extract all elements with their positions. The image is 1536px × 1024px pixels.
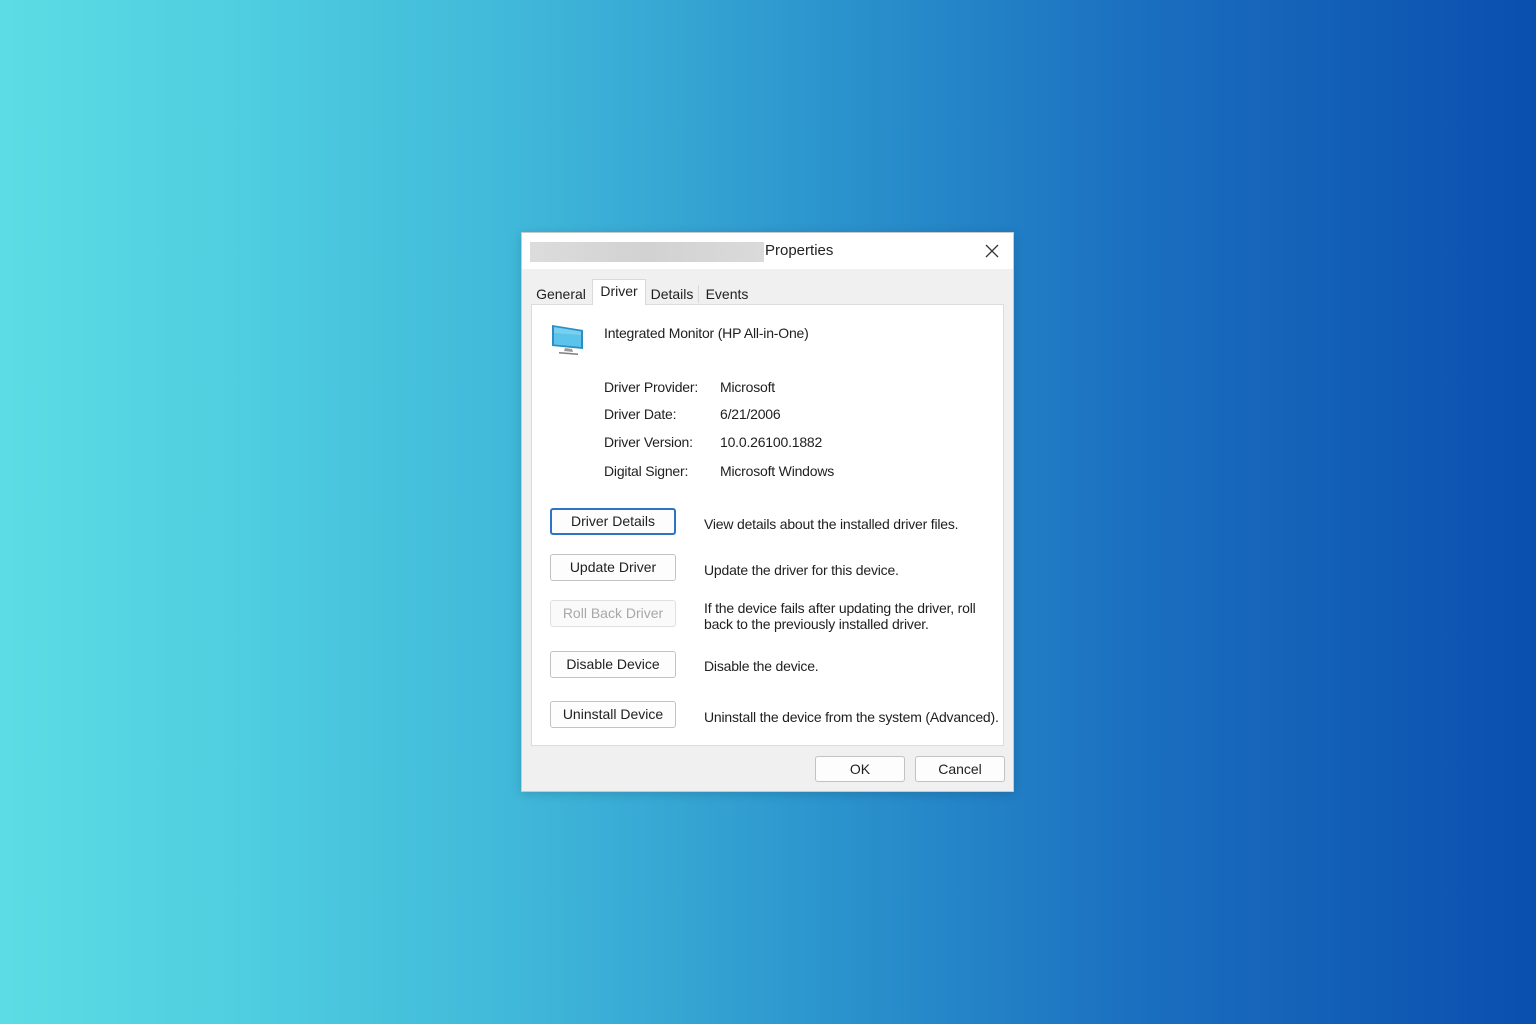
digital-signer-value: Microsoft Windows [720, 463, 835, 479]
driver-provider-label: Driver Provider: [604, 379, 699, 395]
cancel-button[interactable]: Cancel [915, 756, 1005, 782]
digital-signer-label: Digital Signer: [604, 463, 689, 479]
driver-panel: Integrated Monitor (HP All-in-One) Drive… [531, 304, 1004, 746]
update-driver-description: Update the driver for this device. [704, 562, 899, 578]
ok-button[interactable]: OK [815, 756, 905, 782]
device-name: Integrated Monitor (HP All-in-One) [604, 325, 809, 341]
driver-version-value: 10.0.26100.1882 [720, 434, 823, 450]
driver-version-label: Driver Version: [604, 434, 693, 450]
uninstall-device-button[interactable]: Uninstall Device [550, 701, 676, 728]
driver-details-description: View details about the installed driver … [704, 516, 959, 532]
monitor-icon [552, 325, 583, 355]
title-bar: Properties [522, 233, 1013, 269]
properties-dialog: Properties General Driver Details Events… [521, 232, 1014, 792]
roll-back-driver-description: If the device fails after updating the d… [704, 600, 976, 632]
window-title: Properties [765, 242, 834, 259]
tab-events[interactable]: Events [699, 283, 755, 305]
disable-device-description: Disable the device. [704, 658, 819, 674]
tab-details[interactable]: Details [647, 283, 697, 305]
driver-date-value: 6/21/2006 [720, 406, 781, 422]
disable-device-button[interactable]: Disable Device [550, 651, 676, 678]
roll-back-driver-button: Roll Back Driver [550, 600, 676, 627]
tab-driver[interactable]: Driver [592, 279, 646, 305]
uninstall-device-description: Uninstall the device from the system (Ad… [704, 709, 999, 725]
redacted-device-name [530, 242, 764, 262]
driver-details-button[interactable]: Driver Details [550, 508, 676, 535]
tab-general[interactable]: General [531, 283, 591, 305]
close-icon [985, 244, 999, 258]
update-driver-button[interactable]: Update Driver [550, 554, 676, 581]
driver-provider-value: Microsoft [720, 379, 775, 395]
driver-date-label: Driver Date: [604, 406, 677, 422]
close-button[interactable] [977, 237, 1007, 265]
